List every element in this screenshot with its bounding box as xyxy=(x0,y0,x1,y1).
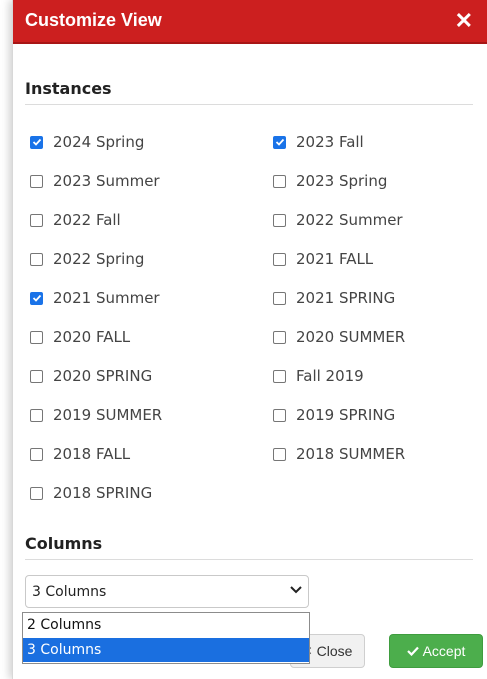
checkbox-unchecked[interactable] xyxy=(273,213,286,227)
checkbox-unchecked[interactable] xyxy=(30,447,43,461)
accept-button[interactable]: Accept xyxy=(389,634,483,668)
checkbox-unchecked[interactable] xyxy=(273,252,286,266)
instance-checkbox-item[interactable]: 2021 Summer xyxy=(30,287,160,309)
checkbox-unchecked[interactable] xyxy=(30,486,43,500)
instance-label: 2022 Spring xyxy=(53,250,145,268)
instance-label: 2022 Summer xyxy=(296,211,403,229)
checkbox-unchecked[interactable] xyxy=(273,408,286,422)
instance-checkbox-item[interactable]: 2022 Summer xyxy=(273,209,403,231)
instance-checkbox-item[interactable]: 2022 Spring xyxy=(30,248,144,270)
instance-checkbox-item[interactable]: 2023 Fall xyxy=(273,131,364,153)
columns-option-3[interactable]: 3 Columns xyxy=(23,638,309,662)
checkbox-checked[interactable] xyxy=(30,135,43,149)
checkbox-unchecked[interactable] xyxy=(273,330,286,344)
instance-label: Fall 2019 xyxy=(296,367,364,385)
columns-option-2[interactable]: 2 Columns xyxy=(23,613,309,637)
instance-label: 2020 FALL xyxy=(53,328,131,346)
close-button-label: Close xyxy=(316,643,353,659)
close-icon[interactable]: ✕ xyxy=(455,8,473,34)
instance-label: 2020 SPRING xyxy=(53,367,153,385)
instance-label: 2024 Spring xyxy=(53,133,145,151)
checkmark-icon xyxy=(406,646,419,656)
instance-label: 2019 SPRING xyxy=(296,406,396,424)
instance-label: 2019 SUMMER xyxy=(53,406,163,424)
checkbox-unchecked[interactable] xyxy=(273,291,286,305)
columns-dropdown-list: 2 Columns 3 Columns xyxy=(22,612,310,664)
checkbox-unchecked[interactable] xyxy=(30,330,43,344)
instance-label: 2020 SUMMER xyxy=(296,328,406,346)
instance-label: 2023 Spring xyxy=(296,172,388,190)
instance-checkbox-item[interactable]: 2023 Summer xyxy=(30,170,160,192)
instance-checkbox-item[interactable]: 2018 FALL xyxy=(30,443,130,465)
instance-label: 2021 SPRING xyxy=(296,289,396,307)
checkbox-checked[interactable] xyxy=(273,135,286,149)
checkbox-unchecked[interactable] xyxy=(273,447,286,461)
dialog-title: Customize View xyxy=(25,10,162,30)
instance-checkbox-item[interactable]: Fall 2019 xyxy=(273,365,364,387)
customize-view-dialog: Customize View ✕ Instances 2024 Spring 20… xyxy=(12,0,487,679)
instance-checkbox-item[interactable]: 2020 SPRING xyxy=(30,365,152,387)
checkbox-unchecked[interactable] xyxy=(273,369,286,383)
instance-label: 2022 Fall xyxy=(53,211,121,229)
instance-checkbox-item[interactable]: 2023 Spring xyxy=(273,170,387,192)
instance-checkbox-item[interactable]: 2021 SPRING xyxy=(273,287,395,309)
checkbox-unchecked[interactable] xyxy=(30,408,43,422)
chevron-down-icon xyxy=(290,584,302,598)
columns-select-value: 3 Columns xyxy=(32,584,107,600)
instances-heading: Instances xyxy=(25,79,473,105)
checkbox-unchecked[interactable] xyxy=(30,213,43,227)
instance-checkbox-item[interactable]: 2021 FALL xyxy=(273,248,373,270)
instance-checkbox-item[interactable]: 2019 SUMMER xyxy=(30,404,162,426)
instance-label: 2021 Summer xyxy=(53,289,160,307)
instance-label: 2023 Summer xyxy=(53,172,160,190)
checkbox-unchecked[interactable] xyxy=(273,174,286,188)
columns-heading: Columns xyxy=(25,534,473,560)
instance-checkbox-item[interactable]: 2019 SPRING xyxy=(273,404,395,426)
instance-checkbox-item[interactable]: 2024 Spring xyxy=(30,131,144,153)
instance-checkbox-item[interactable]: 2020 FALL xyxy=(30,326,130,348)
columns-select[interactable]: 3 Columns xyxy=(25,575,309,608)
checkbox-unchecked[interactable] xyxy=(30,174,43,188)
instance-checkbox-item[interactable]: 2022 Fall xyxy=(30,209,121,231)
instance-label: 2018 FALL xyxy=(53,445,131,463)
dialog-titlebar: Customize View ✕ xyxy=(13,0,487,44)
checkbox-checked[interactable] xyxy=(30,291,43,305)
instance-checkbox-item[interactable]: 2018 SPRING xyxy=(30,482,152,504)
checkbox-unchecked[interactable] xyxy=(30,369,43,383)
instance-checkbox-item[interactable]: 2018 SUMMER xyxy=(273,443,405,465)
instance-label: 2021 FALL xyxy=(296,250,374,268)
instance-label: 2018 SPRING xyxy=(53,484,153,502)
instance-label: 2018 SUMMER xyxy=(296,445,406,463)
checkbox-unchecked[interactable] xyxy=(30,252,43,266)
accept-button-label: Accept xyxy=(422,643,466,659)
instance-label: 2023 Fall xyxy=(296,133,364,151)
instance-checkbox-item[interactable]: 2020 SUMMER xyxy=(273,326,405,348)
